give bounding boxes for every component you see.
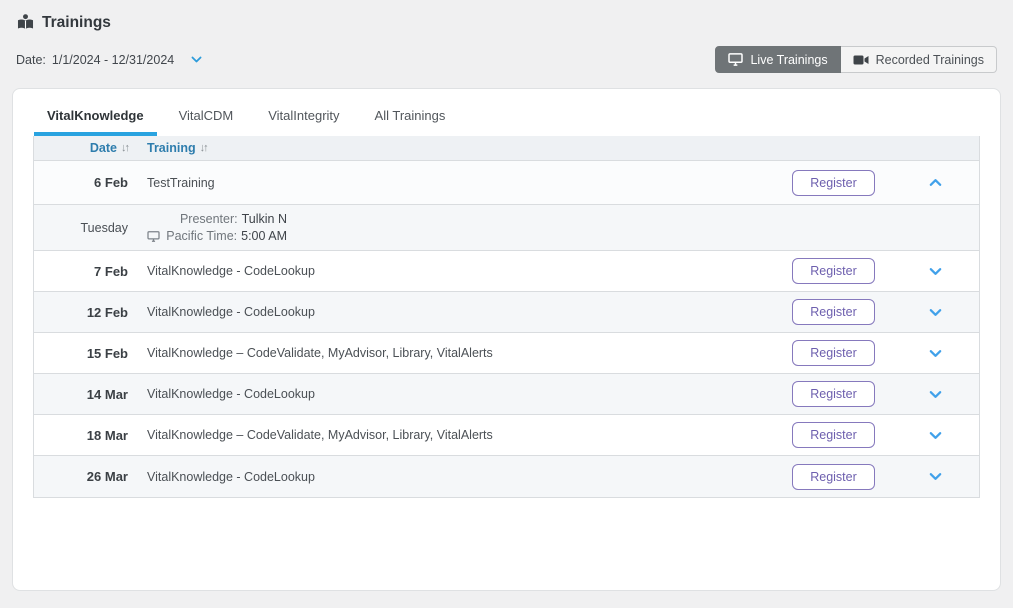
expand-toggle[interactable] bbox=[891, 305, 979, 320]
tab-vitalknowledge[interactable]: VitalKnowledge bbox=[34, 97, 157, 136]
chevron-down-icon bbox=[928, 264, 943, 279]
presenter-line: Presenter: Tulkin N bbox=[180, 212, 287, 226]
chevron-up-icon bbox=[928, 175, 943, 190]
training-date: 7 Feb bbox=[34, 264, 130, 279]
expand-toggle[interactable] bbox=[891, 346, 979, 361]
training-date: 15 Feb bbox=[34, 346, 130, 361]
video-camera-icon bbox=[853, 54, 869, 66]
training-date: 26 Mar bbox=[34, 469, 130, 484]
training-title: VitalKnowledge - CodeLookup bbox=[130, 470, 776, 484]
monitor-icon bbox=[728, 53, 743, 66]
recorded-trainings-label: Recorded Trainings bbox=[876, 53, 984, 67]
register-button[interactable]: Register bbox=[792, 464, 875, 490]
training-day: Tuesday bbox=[34, 221, 130, 235]
register-button[interactable]: Register bbox=[792, 299, 875, 325]
time-zone-label: Pacific Time: bbox=[166, 229, 237, 243]
table-row: 15 Feb VitalKnowledge – CodeValidate, My… bbox=[34, 333, 979, 374]
expand-toggle[interactable] bbox=[891, 469, 979, 484]
trainings-icon bbox=[16, 13, 35, 32]
expand-toggle[interactable] bbox=[891, 428, 979, 443]
training-title: TestTraining bbox=[130, 176, 776, 190]
training-title: VitalKnowledge – CodeValidate, MyAdvisor… bbox=[130, 346, 776, 360]
register-button[interactable]: Register bbox=[792, 170, 875, 196]
sort-icon[interactable]: ↓↑ bbox=[200, 142, 207, 154]
table-row: 6 Feb TestTraining Register bbox=[34, 161, 979, 205]
tab-all-trainings[interactable]: All Trainings bbox=[362, 97, 459, 136]
time-line: Pacific Time: 5:00 AM bbox=[147, 229, 287, 243]
page-title: Trainings bbox=[42, 14, 111, 32]
date-filter-label: Date: bbox=[16, 53, 46, 67]
column-header-training: Training bbox=[147, 141, 196, 155]
training-title: VitalKnowledge - CodeLookup bbox=[130, 387, 776, 401]
monitor-icon bbox=[147, 231, 160, 242]
chevron-down-icon bbox=[928, 469, 943, 484]
tab-vitalcdm[interactable]: VitalCDM bbox=[166, 97, 247, 136]
recorded-trainings-button[interactable]: Recorded Trainings bbox=[841, 46, 997, 73]
chevron-down-icon[interactable] bbox=[190, 53, 203, 66]
view-toggle-group: Live Trainings Recorded Trainings bbox=[715, 46, 997, 73]
register-button[interactable]: Register bbox=[792, 422, 875, 448]
presenter-label: Presenter: bbox=[180, 212, 238, 226]
collapse-toggle[interactable] bbox=[891, 175, 979, 190]
training-detail-row: Tuesday Presenter: Tulkin N Pacific Time… bbox=[34, 205, 979, 251]
trainings-table: Date ↓↑ Training ↓↑ 6 Feb TestTraining R… bbox=[33, 136, 980, 498]
expand-toggle[interactable] bbox=[891, 264, 979, 279]
live-trainings-label: Live Trainings bbox=[750, 53, 827, 67]
register-button[interactable]: Register bbox=[792, 381, 875, 407]
table-row: 7 Feb VitalKnowledge - CodeLookup Regist… bbox=[34, 251, 979, 292]
register-button[interactable]: Register bbox=[792, 340, 875, 366]
tab-vitalintegrity[interactable]: VitalIntegrity bbox=[255, 97, 352, 136]
date-filter-value: 1/1/2024 - 12/31/2024 bbox=[52, 53, 174, 67]
table-header: Date ↓↑ Training ↓↑ bbox=[34, 136, 979, 161]
column-header-date: Date bbox=[90, 141, 117, 155]
table-row: 12 Feb VitalKnowledge - CodeLookup Regis… bbox=[34, 292, 979, 333]
chevron-down-icon bbox=[928, 428, 943, 443]
date-range-filter[interactable]: Date: 1/1/2024 - 12/31/2024 bbox=[16, 53, 203, 67]
chevron-down-icon bbox=[928, 387, 943, 402]
page-header: Trainings Date: 1/1/2024 - 12/31/2024 Li… bbox=[0, 0, 1013, 73]
expand-toggle[interactable] bbox=[891, 387, 979, 402]
training-date: 18 Mar bbox=[34, 428, 130, 443]
table-row: 26 Mar VitalKnowledge - CodeLookup Regis… bbox=[34, 456, 979, 497]
training-title: VitalKnowledge – CodeValidate, MyAdvisor… bbox=[130, 428, 776, 442]
trainings-card: VitalKnowledge VitalCDM VitalIntegrity A… bbox=[12, 88, 1001, 591]
table-row: 14 Mar VitalKnowledge - CodeLookup Regis… bbox=[34, 374, 979, 415]
sort-icon[interactable]: ↓↑ bbox=[121, 142, 128, 154]
chevron-down-icon bbox=[928, 305, 943, 320]
training-date: 12 Feb bbox=[34, 305, 130, 320]
live-trainings-button[interactable]: Live Trainings bbox=[715, 46, 840, 73]
tab-bar: VitalKnowledge VitalCDM VitalIntegrity A… bbox=[13, 89, 1000, 136]
training-title: VitalKnowledge - CodeLookup bbox=[130, 305, 776, 319]
training-date: 6 Feb bbox=[34, 175, 130, 190]
training-title: VitalKnowledge - CodeLookup bbox=[130, 264, 776, 278]
presenter-name: Tulkin N bbox=[242, 212, 287, 226]
register-button[interactable]: Register bbox=[792, 258, 875, 284]
time-value: 5:00 AM bbox=[241, 229, 287, 243]
chevron-down-icon bbox=[928, 346, 943, 361]
training-date: 14 Mar bbox=[34, 387, 130, 402]
table-row: 18 Mar VitalKnowledge – CodeValidate, My… bbox=[34, 415, 979, 456]
